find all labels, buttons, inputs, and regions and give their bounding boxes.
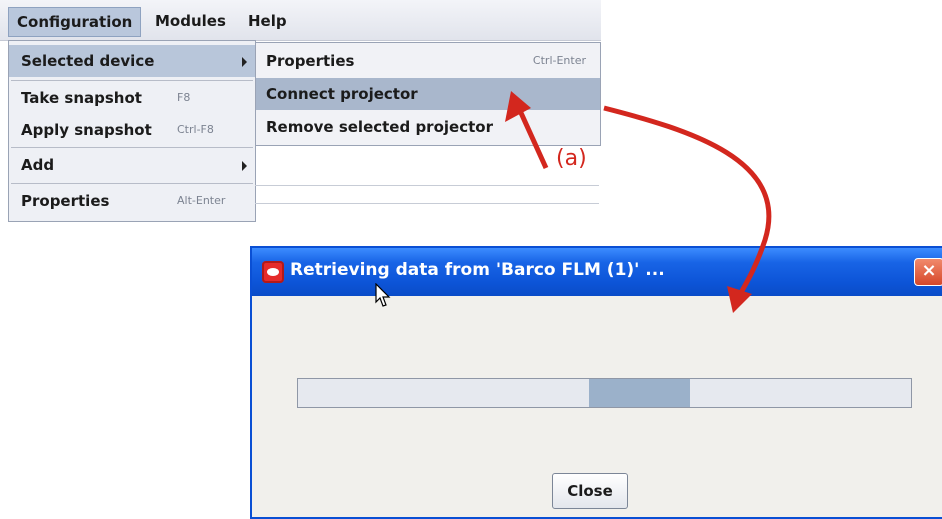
menu-item-shortcut: Ctrl-F8 (177, 123, 214, 136)
menu-item-selected-device[interactable]: Selected device (9, 45, 255, 77)
menu-item-label: Selected device (21, 52, 155, 70)
menu-item-shortcut: F8 (177, 91, 191, 104)
submenu-arrow-icon (242, 161, 247, 171)
submenu-item-properties[interactable]: Properties Ctrl-Enter (256, 45, 600, 77)
submenu-item-label: Connect projector (266, 85, 418, 103)
submenu-item-remove-selected-projector[interactable]: Remove selected projector (256, 111, 600, 143)
menu-item-take-snapshot[interactable]: Take snapshot F8 (9, 82, 255, 114)
background-divider (255, 203, 599, 204)
menu-separator (11, 147, 253, 148)
menu-configuration[interactable]: Configuration (8, 7, 142, 37)
menu-item-shortcut: Alt-Enter (177, 194, 226, 207)
retrieving-data-dialog: Retrieving data from 'Barco FLM (1)' ...… (250, 246, 942, 519)
selected-device-submenu: Properties Ctrl-Enter Connect projector … (255, 42, 601, 146)
submenu-item-label: Remove selected projector (266, 118, 493, 136)
menu-separator (11, 183, 253, 184)
menubar: Configuration Modules Help (0, 0, 601, 41)
app-icon (262, 261, 284, 283)
menu-item-label: Take snapshot (21, 89, 142, 107)
menu-modules[interactable]: Modules (147, 7, 234, 35)
background-divider (255, 185, 599, 186)
dialog-titlebar[interactable]: Retrieving data from 'Barco FLM (1)' ...… (252, 248, 942, 296)
close-icon[interactable]: × (914, 258, 942, 286)
menu-item-label: Apply snapshot (21, 121, 152, 139)
menu-item-label: Add (21, 156, 55, 174)
close-button[interactable]: Close (552, 473, 628, 509)
menu-separator (11, 80, 253, 81)
menu-item-add[interactable]: Add (9, 149, 255, 181)
mouse-cursor-icon (375, 283, 391, 307)
dialog-title: Retrieving data from 'Barco FLM (1)' ... (290, 260, 665, 280)
menu-screenshot: Configuration Modules Help Selected devi… (0, 0, 601, 229)
submenu-item-shortcut: Ctrl-Enter (532, 54, 586, 67)
menu-item-apply-snapshot[interactable]: Apply snapshot Ctrl-F8 (9, 114, 255, 146)
submenu-arrow-icon (242, 57, 247, 67)
submenu-item-label: Properties (266, 52, 355, 70)
progress-bar (297, 378, 912, 408)
configuration-menu: Selected device Take snapshot F8 Apply s… (8, 40, 256, 222)
submenu-item-connect-projector[interactable]: Connect projector (256, 78, 600, 110)
menu-item-label: Properties (21, 192, 110, 210)
menu-help[interactable]: Help (240, 7, 295, 35)
callout-label: (a) (556, 146, 587, 171)
menu-item-properties[interactable]: Properties Alt-Enter (9, 185, 255, 217)
progress-indicator (589, 379, 690, 407)
